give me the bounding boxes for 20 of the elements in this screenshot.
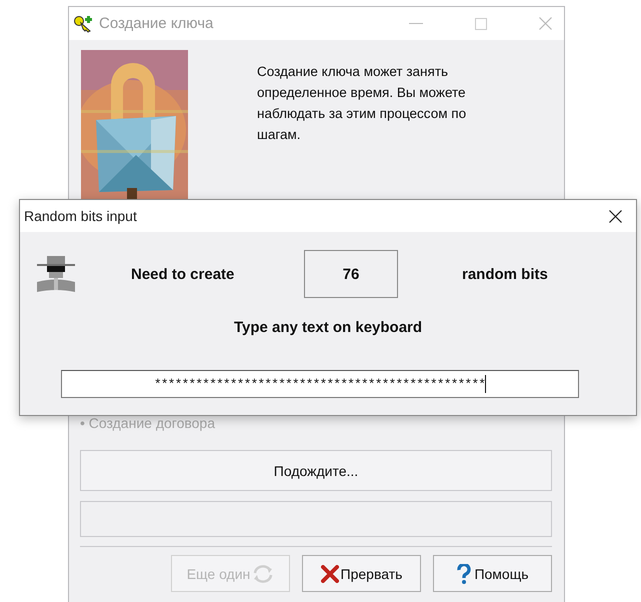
dialog-title: Random bits input	[24, 208, 137, 224]
window-title: Создание ключа	[99, 15, 214, 32]
input-field[interactable]: ************************************************	[61, 370, 579, 398]
status-button[interactable]: Подождите...	[80, 450, 552, 491]
spy-icon	[35, 255, 77, 293]
key-icon	[73, 14, 93, 32]
maximize-icon[interactable]	[475, 18, 487, 30]
question-icon	[456, 564, 472, 584]
need-label: Need to create	[131, 266, 236, 282]
instruction-text: Type any text on keyboard	[234, 319, 422, 336]
refresh-icon	[252, 564, 274, 584]
description-text: Создание ключа может занять определенное время. Вы можете наблюдать за этим процессом по шагам.	[257, 63, 468, 144]
action-button[interactable]: Прервать	[302, 555, 421, 592]
cross-icon	[320, 564, 339, 582]
action-button[interactable]: Помощь	[433, 555, 552, 592]
bits-count: 76	[304, 250, 398, 298]
minimize-icon[interactable]	[409, 22, 423, 24]
step-text: • Создание договора	[80, 415, 216, 433]
bits-label: random bits	[462, 266, 548, 282]
close-icon[interactable]	[609, 210, 622, 222]
